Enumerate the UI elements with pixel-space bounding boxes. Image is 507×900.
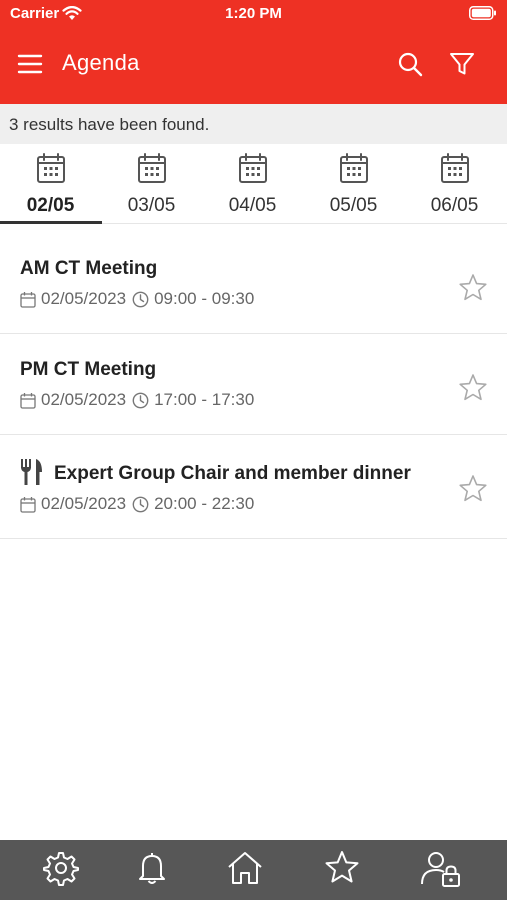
date-tab-04-05[interactable]: 04/05 [202, 144, 303, 224]
bell-icon[interactable] [133, 849, 171, 887]
clock-icon [132, 496, 149, 512]
star-icon[interactable] [323, 849, 361, 887]
star-icon[interactable] [457, 272, 489, 304]
calendar-icon [138, 153, 166, 183]
bottom-nav [0, 840, 507, 900]
session-time: 20:00 - 22:30 [154, 494, 255, 513]
home-icon[interactable] [226, 849, 264, 887]
session-title: Expert Group Chair and member dinner [54, 463, 411, 484]
calendar-icon [37, 153, 65, 183]
date-tab-label: 04/05 [228, 195, 277, 216]
list-item[interactable]: Expert Group Chair and member dinner 02/… [0, 435, 507, 539]
calendar-icon [20, 291, 36, 308]
calendar-icon [441, 153, 469, 183]
search-icon[interactable] [396, 50, 424, 78]
header: Carrier 1:20 PM Agenda [0, 0, 507, 104]
filter-icon[interactable] [448, 50, 476, 78]
settings-icon[interactable] [42, 849, 80, 887]
session-meta: 02/05/2023 17:00 - 17:30 [20, 390, 254, 410]
session-date: 02/05/2023 [41, 494, 127, 513]
date-tab-label: 06/05 [430, 195, 479, 216]
results-count-text: 3 results have been found. [9, 115, 210, 134]
session-meta: 02/05/2023 09:00 - 09:30 [20, 289, 254, 309]
page-title: Agenda [62, 50, 140, 75]
calendar-icon [239, 153, 267, 183]
session-title: AM CT Meeting [20, 258, 158, 279]
status-bar: Carrier 1:20 PM [0, 0, 507, 28]
results-bar: 3 results have been found. [0, 104, 507, 144]
fork-knife-icon [21, 459, 42, 485]
active-tab-indicator [0, 221, 102, 224]
date-tab-02-05[interactable]: 02/05 [0, 144, 102, 224]
session-date: 02/05/2023 [41, 289, 127, 308]
calendar-icon [340, 153, 368, 183]
session-title: PM CT Meeting [20, 359, 157, 380]
session-meta: 02/05/2023 20:00 - 22:30 [20, 494, 254, 514]
user-lock-icon[interactable] [420, 849, 464, 887]
session-time: 17:00 - 17:30 [154, 390, 255, 409]
date-tab-label: 05/05 [329, 195, 378, 216]
calendar-icon [20, 392, 36, 409]
date-tab-label: 03/05 [127, 195, 176, 216]
date-tab-03-05[interactable]: 03/05 [101, 144, 202, 224]
date-tabs: 02/05 03/05 04/05 05/05 06/05 [0, 144, 507, 224]
calendar-icon [20, 496, 36, 513]
date-tab-06-05[interactable]: 06/05 [404, 144, 505, 224]
date-tab-05-05[interactable]: 05/05 [303, 144, 404, 224]
battery-icon [469, 6, 497, 25]
session-date: 02/05/2023 [41, 390, 127, 409]
clock-time: 1:20 PM [225, 5, 282, 22]
list-item[interactable]: PM CT Meeting 02/05/2023 17:00 - 17:30 [0, 334, 507, 435]
clock-icon [132, 291, 149, 307]
star-icon[interactable] [457, 473, 489, 505]
date-tab-label: 02/05 [26, 195, 75, 216]
clock-icon [132, 392, 149, 408]
hamburger-menu-icon[interactable] [16, 50, 46, 78]
star-icon[interactable] [457, 372, 489, 404]
list-item[interactable]: AM CT Meeting 02/05/2023 09:00 - 09:30 [0, 233, 507, 334]
session-time: 09:00 - 09:30 [154, 289, 255, 308]
app-bar: Agenda [0, 36, 507, 92]
